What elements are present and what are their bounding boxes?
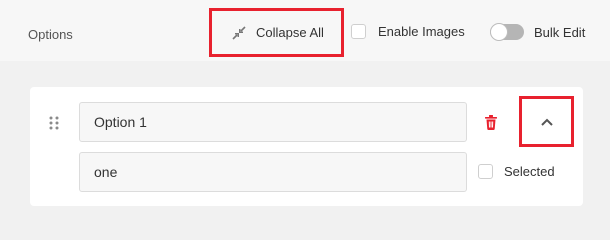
option-label-input[interactable]: Option 1 (79, 102, 467, 142)
bulk-edit-toggle[interactable] (490, 23, 524, 41)
enable-images-toggle[interactable]: Enable Images (351, 24, 465, 39)
enable-images-checkbox[interactable] (351, 24, 366, 39)
selected-label: Selected (504, 164, 555, 179)
collapse-option-button[interactable] (519, 97, 574, 146)
bulk-edit-switch[interactable]: Bulk Edit (490, 23, 586, 41)
drag-handle-icon[interactable] (49, 116, 59, 130)
trash-icon[interactable] (484, 115, 498, 130)
collapse-arrows-icon (232, 25, 246, 40)
bulk-edit-label: Bulk Edit (534, 24, 586, 40)
selected-checkbox[interactable] (478, 164, 493, 179)
enable-images-label: Enable Images (378, 24, 465, 39)
toggle-knob (490, 23, 508, 41)
collapse-all-button[interactable]: Collapse All (210, 9, 344, 56)
selected-option-toggle[interactable]: Selected (478, 164, 555, 179)
options-title: Options (28, 27, 73, 42)
option-value-input[interactable]: one (79, 152, 467, 192)
chevron-up-icon (540, 118, 553, 126)
collapse-all-label: Collapse All (256, 25, 324, 40)
